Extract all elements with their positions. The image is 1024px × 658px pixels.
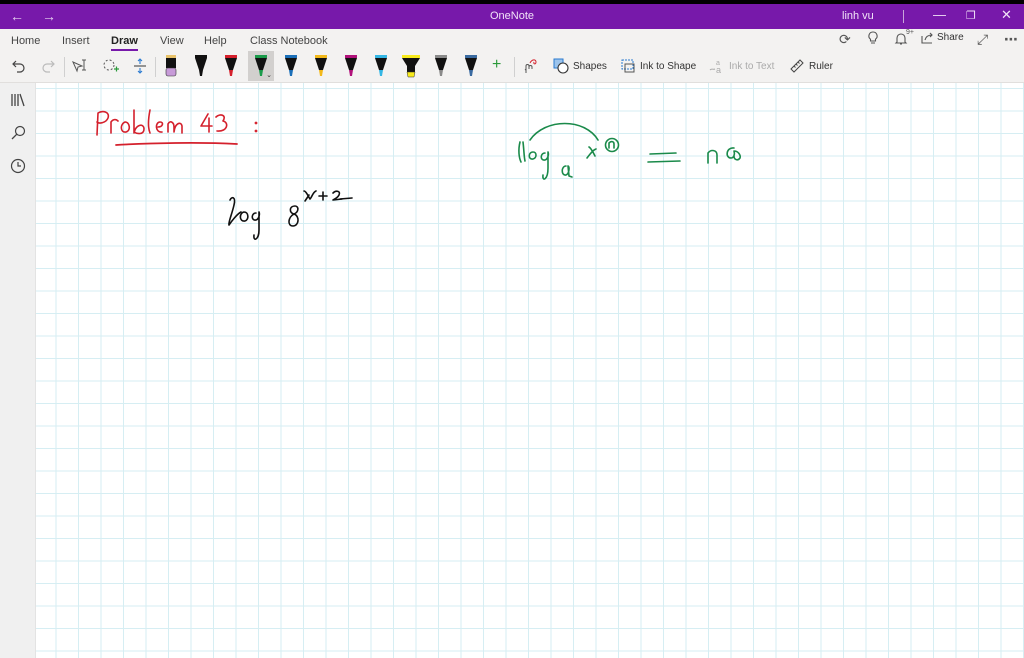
- tab-insert[interactable]: Insert: [62, 35, 90, 47]
- redo-icon: [42, 60, 55, 73]
- title-bar: ← → OneNote linh vu — ❐ ✕: [0, 4, 1024, 29]
- close-button[interactable]: ✕: [1001, 7, 1012, 23]
- lasso-text-select-button[interactable]: [71, 52, 93, 80]
- title-separator: [903, 10, 904, 23]
- pen-tool[interactable]: ⌄: [248, 51, 274, 81]
- lasso-select-button[interactable]: [102, 52, 124, 80]
- recent-icon[interactable]: [10, 158, 26, 174]
- pen-icon: [195, 55, 207, 76]
- ink-replay-button[interactable]: [521, 52, 543, 80]
- search-icon[interactable]: [10, 125, 26, 141]
- undo-button[interactable]: [11, 52, 31, 80]
- tab-home[interactable]: Home: [11, 35, 40, 47]
- pen-icon: [435, 55, 447, 76]
- expand-icon[interactable]: ⤢: [977, 31, 988, 48]
- toolbar-separator: [155, 57, 156, 77]
- ribbon: Home Insert Draw View Help Class Noteboo…: [0, 29, 1024, 83]
- pen-icon: [465, 55, 477, 76]
- add-space-button[interactable]: [132, 52, 152, 80]
- shapes-button[interactable]: Shapes: [553, 52, 607, 80]
- note-canvas[interactable]: [36, 83, 1024, 658]
- ink-to-shape-icon: [621, 59, 635, 73]
- pen-icon: [285, 55, 297, 76]
- ink-problem-title: [96, 109, 258, 146]
- tab-help[interactable]: Help: [204, 35, 227, 47]
- tab-class-notebook[interactable]: Class Notebook: [250, 35, 328, 47]
- shapes-icon: [553, 58, 569, 74]
- notebooks-icon[interactable]: [10, 93, 26, 109]
- add-space-icon: [134, 58, 146, 74]
- lasso-icon: [103, 59, 119, 72]
- chevron-down-icon[interactable]: ⌄: [266, 71, 272, 79]
- svg-text:a: a: [716, 65, 721, 74]
- pen-tool[interactable]: [338, 51, 364, 81]
- pen-icon: [315, 55, 327, 76]
- ink-layer: [96, 109, 741, 240]
- toolbar-separator: [514, 57, 515, 77]
- share-icon: [921, 32, 933, 44]
- undo-icon: [12, 60, 25, 73]
- eraser-icon: [165, 55, 177, 77]
- pen-tool[interactable]: [188, 51, 214, 81]
- pen-icon: [225, 55, 237, 76]
- pen-tool[interactable]: [308, 51, 334, 81]
- pen-tool[interactable]: [368, 51, 394, 81]
- ink-log-expression: [228, 190, 353, 240]
- pen-tool[interactable]: [218, 51, 244, 81]
- highlighter-tool[interactable]: [398, 51, 424, 81]
- share-button[interactable]: Share: [921, 31, 964, 44]
- ink-to-shape-button[interactable]: Ink to Shape: [620, 52, 696, 80]
- add-pen-button[interactable]: +: [492, 51, 501, 79]
- eraser-tool[interactable]: [158, 51, 184, 81]
- ruler-button[interactable]: Ruler: [789, 52, 833, 80]
- highlighter-icon: [402, 55, 420, 78]
- sidebar: [0, 83, 36, 658]
- notifications-button[interactable]: 9+: [894, 29, 914, 49]
- ink-to-text-button[interactable]: aa Ink to Text: [709, 52, 774, 80]
- tab-view[interactable]: View: [160, 35, 184, 47]
- restore-button[interactable]: ❐: [966, 9, 976, 22]
- text-select-icon: [72, 59, 86, 73]
- sync-icon[interactable]: ⟳: [839, 31, 851, 48]
- notifications-badge: 9+: [906, 29, 914, 36]
- pen-icon: [375, 55, 387, 76]
- user-name[interactable]: linh vu: [842, 10, 874, 22]
- more-icon[interactable]: ⋯: [1004, 31, 1018, 48]
- minimize-button[interactable]: —: [933, 7, 946, 22]
- redo-button[interactable]: [40, 52, 60, 80]
- touch-draw-icon: [524, 59, 537, 73]
- pen-icon: [345, 55, 357, 76]
- pen-tool[interactable]: [458, 51, 484, 81]
- ink-to-text-icon: aa: [709, 60, 721, 74]
- ruler-icon: [790, 59, 804, 73]
- pen-tool[interactable]: [278, 51, 304, 81]
- lightbulb-icon[interactable]: [867, 31, 879, 49]
- ink-log-rule: [518, 122, 741, 180]
- pen-tool[interactable]: [428, 51, 454, 81]
- tab-draw[interactable]: Draw: [111, 35, 138, 51]
- toolbar-separator: [64, 57, 65, 77]
